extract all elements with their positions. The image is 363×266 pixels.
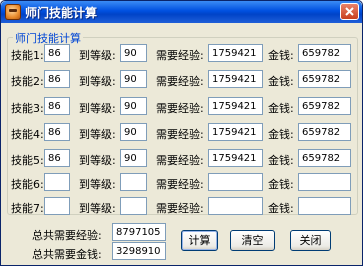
required-exp-field[interactable] (208, 149, 263, 167)
calculator-window: 师门技能计算 师门技能计算 技能1:到等级:需要经验:金钱:技能2:到等级:需要… (0, 0, 363, 266)
target-level-label: 到等级: (79, 178, 116, 191)
money-field[interactable] (298, 173, 351, 191)
total-exp-field[interactable] (112, 223, 166, 241)
skill-label: 技能3: (11, 102, 44, 115)
clear-button[interactable]: 清空 (230, 230, 275, 251)
required-exp-label: 需要经验: (156, 178, 204, 191)
target-level-input[interactable] (120, 44, 147, 62)
money-label: 金钱: (268, 202, 294, 215)
money-field[interactable] (298, 44, 351, 62)
required-exp-label: 需要经验: (156, 202, 204, 215)
skill-label: 技能6: (11, 178, 44, 191)
skill-label: 技能2: (11, 75, 44, 88)
required-exp-field[interactable] (208, 123, 263, 141)
money-field[interactable] (298, 123, 351, 141)
target-level-label: 到等级: (79, 75, 116, 88)
total-exp-label: 总共需要经验: (32, 229, 102, 242)
close-button[interactable]: 关闭 (290, 230, 331, 251)
window-title: 师门技能计算 (25, 6, 98, 20)
money-field[interactable] (298, 197, 351, 215)
skill-level-input[interactable] (44, 123, 70, 141)
total-money-label: 总共需要金钱: (32, 248, 102, 261)
money-label: 金钱: (268, 102, 294, 115)
target-level-input[interactable] (120, 173, 147, 191)
skill-label: 技能7: (11, 202, 44, 215)
target-level-input[interactable] (120, 97, 147, 115)
total-money-field[interactable] (112, 242, 166, 260)
skill-level-input[interactable] (44, 97, 70, 115)
close-window-button[interactable] (340, 3, 359, 20)
target-level-label: 到等级: (79, 202, 116, 215)
required-exp-field[interactable] (208, 44, 263, 62)
money-label: 金钱: (268, 128, 294, 141)
character-face-icon (5, 4, 21, 20)
money-label: 金钱: (268, 154, 294, 167)
target-level-label: 到等级: (79, 128, 116, 141)
money-field[interactable] (298, 70, 351, 88)
required-exp-field[interactable] (208, 173, 263, 191)
required-exp-label: 需要经验: (156, 49, 204, 62)
target-level-input[interactable] (120, 197, 147, 215)
money-label: 金钱: (268, 178, 294, 191)
required-exp-field[interactable] (208, 70, 263, 88)
skill-label: 技能1: (11, 49, 44, 62)
required-exp-label: 需要经验: (156, 75, 204, 88)
target-level-label: 到等级: (79, 49, 116, 62)
skill-label: 技能5: (11, 154, 44, 167)
target-level-input[interactable] (120, 123, 147, 141)
title-bar[interactable]: 师门技能计算 (1, 1, 362, 23)
money-field[interactable] (298, 97, 351, 115)
skill-level-input[interactable] (44, 149, 70, 167)
target-level-label: 到等级: (79, 154, 116, 167)
skill-label: 技能4: (11, 128, 44, 141)
skill-level-input[interactable] (44, 70, 70, 88)
target-level-label: 到等级: (79, 102, 116, 115)
money-field[interactable] (298, 149, 351, 167)
calculate-button[interactable]: 计算 (181, 230, 218, 251)
required-exp-label: 需要经验: (156, 102, 204, 115)
required-exp-field[interactable] (208, 97, 263, 115)
skill-level-input[interactable] (44, 173, 70, 191)
skill-level-input[interactable] (44, 197, 70, 215)
money-label: 金钱: (268, 49, 294, 62)
skill-level-input[interactable] (44, 44, 70, 62)
required-exp-label: 需要经验: (156, 128, 204, 141)
required-exp-field[interactable] (208, 197, 263, 215)
target-level-input[interactable] (120, 70, 147, 88)
target-level-input[interactable] (120, 149, 147, 167)
money-label: 金钱: (268, 75, 294, 88)
close-x-icon (345, 7, 354, 16)
required-exp-label: 需要经验: (156, 154, 204, 167)
